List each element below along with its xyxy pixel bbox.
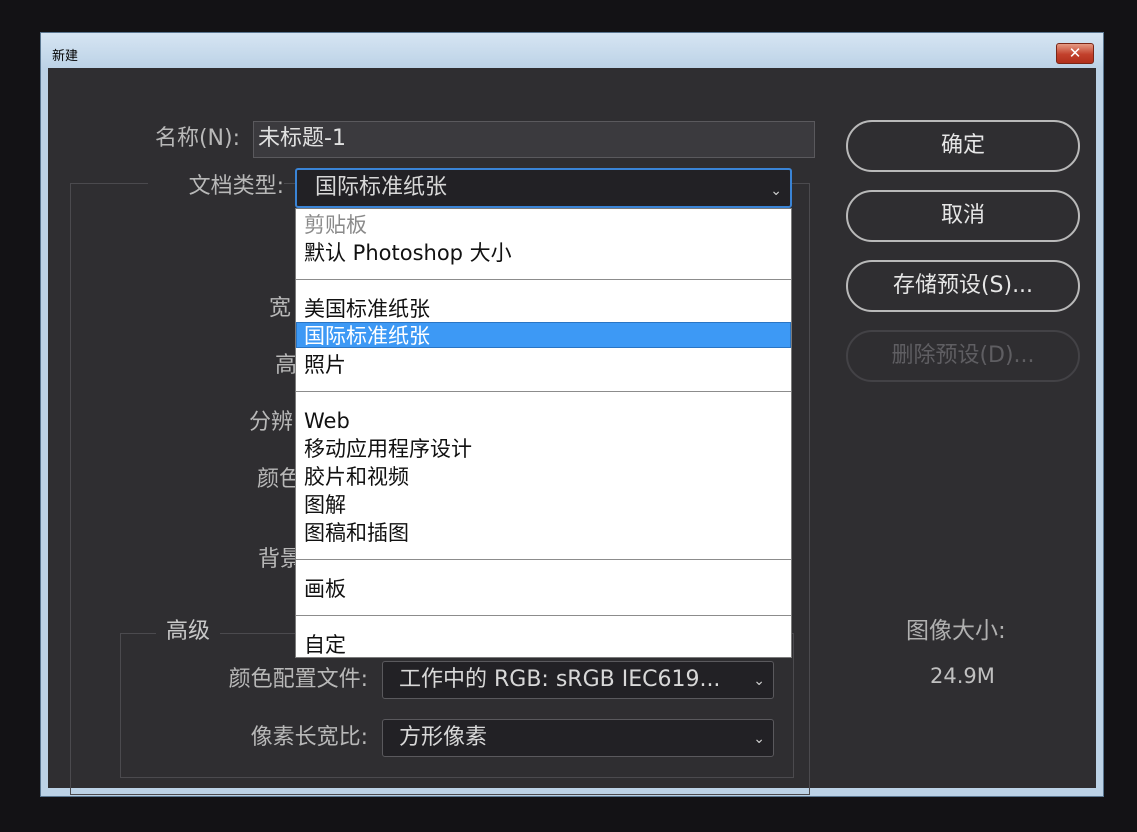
image-size-label: 图像大小: (906, 618, 1006, 644)
pixel-aspect-select[interactable]: 方形像素 ⌄ (382, 719, 774, 757)
pixel-aspect-value: 方形像素 (399, 725, 488, 750)
resolution-label: 分辨 (249, 410, 294, 435)
pixel-aspect-label: 像素长宽比: (250, 725, 368, 750)
close-button[interactable]: ✕ (1056, 43, 1094, 64)
doc-type-value: 国际标准纸张 (315, 175, 448, 200)
advanced-legend[interactable]: 高级 (156, 618, 221, 646)
cancel-button[interactable]: 取消 (846, 190, 1080, 242)
dropdown-item-illustration[interactable]: 图解 (304, 492, 346, 518)
dropdown-item-web[interactable]: Web (304, 408, 350, 434)
color-profile-select[interactable]: 工作中的 RGB: sRGB IEC619... ⌄ (382, 661, 774, 699)
height-label: 高 (275, 353, 298, 378)
name-label: 名称(N): (154, 126, 240, 151)
ok-button[interactable]: 确定 (846, 120, 1080, 172)
new-document-dialog: 新建 ✕ 名称(N): 未标题-1 文档类型: 国际标准纸张 ⌄ 宽 高 分辨 … (40, 32, 1104, 797)
close-icon: ✕ (1068, 44, 1082, 62)
doc-type-label: 文档类型: (148, 173, 284, 201)
dropdown-item-clipboard: 剪贴板 (304, 213, 367, 237)
color-profile-label: 颜色配置文件: (228, 667, 368, 692)
doc-type-select[interactable]: 国际标准纸张 ⌄ (295, 168, 792, 208)
dropdown-separator (296, 279, 791, 280)
dropdown-item-intl-paper[interactable]: 国际标准纸张 (304, 323, 430, 349)
dropdown-separator (296, 615, 791, 616)
dropdown-item-default-photoshop[interactable]: 默认 Photoshop 大小 (304, 240, 512, 266)
chevron-down-icon: ⌄ (753, 673, 765, 689)
dialog-body: 名称(N): 未标题-1 文档类型: 国际标准纸张 ⌄ 宽 高 分辨 颜色 背景… (48, 68, 1096, 795)
chevron-down-icon: ⌄ (753, 731, 765, 747)
dropdown-separator (296, 559, 791, 560)
dropdown-item-us-paper[interactable]: 美国标准纸张 (304, 296, 430, 322)
name-input[interactable]: 未标题-1 (253, 121, 815, 158)
save-preset-button[interactable]: 存储预设(S)... (846, 260, 1080, 312)
image-size-value: 24.9M (930, 664, 995, 688)
doc-type-dropdown-list[interactable]: 剪贴板 默认 Photoshop 大小 美国标准纸张 国际标准纸张 照片 Web… (295, 208, 792, 658)
dropdown-separator (296, 391, 791, 392)
chevron-down-icon: ⌄ (770, 183, 782, 199)
width-label: 宽 (269, 296, 292, 321)
dropdown-item-artwork[interactable]: 图稿和插图 (304, 520, 409, 546)
dropdown-item-mobile-app[interactable]: 移动应用程序设计 (304, 436, 472, 462)
color-profile-value: 工作中的 RGB: sRGB IEC619... (399, 667, 721, 692)
delete-preset-button: 删除预设(D)... (846, 330, 1080, 382)
dropdown-item-film-video[interactable]: 胶片和视频 (304, 464, 409, 490)
title-bar[interactable]: 新建 ✕ (41, 33, 1103, 68)
dropdown-item-photo[interactable]: 照片 (304, 352, 346, 378)
dropdown-item-custom[interactable]: 自定 (304, 632, 346, 657)
dropdown-item-artboard[interactable]: 画板 (304, 576, 346, 602)
window-title: 新建 (52, 49, 79, 64)
